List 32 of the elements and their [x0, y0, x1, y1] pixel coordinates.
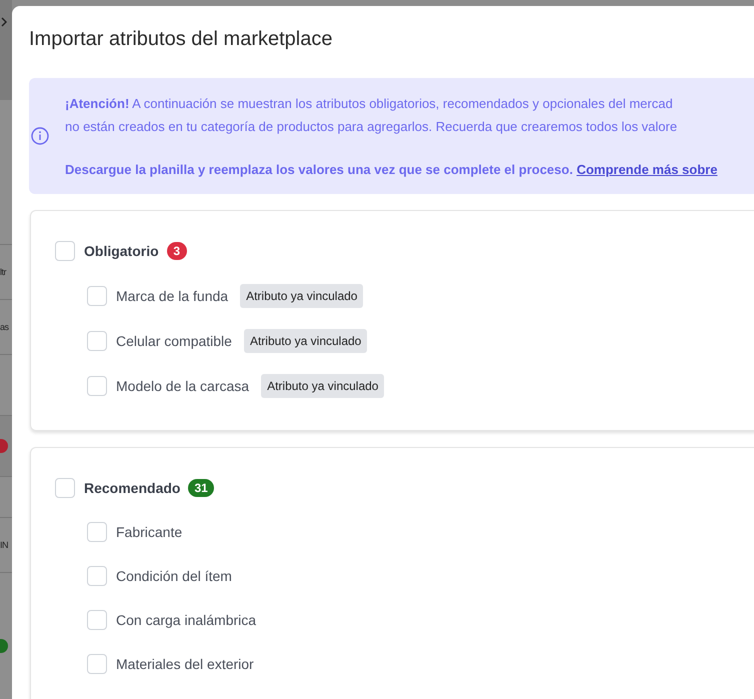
checkbox[interactable]: [87, 286, 107, 306]
checkbox[interactable]: [87, 654, 107, 674]
checkbox[interactable]: [87, 331, 107, 351]
count-badge: 31: [188, 479, 214, 497]
group-label: Recomendado: [84, 480, 180, 496]
attribute-label: Marca de la funda: [116, 288, 228, 304]
info-icon: [31, 127, 49, 145]
attribute-label: Fabricante: [116, 524, 182, 540]
attribute-label: Condición del ítem: [116, 568, 232, 584]
dialog-title: Importar atributos del marketplace: [29, 27, 334, 52]
learn-more-link[interactable]: Comprende más sobre: [576, 160, 718, 180]
count-badge: 3: [166, 242, 187, 260]
attribute-label: Modelo de la carcasa: [116, 378, 250, 394]
checkbox[interactable]: [87, 376, 107, 396]
chevron-icon[interactable]: [1, 17, 7, 27]
group-label: Obligatorio: [84, 243, 159, 259]
alert-note: Descargue la planilla y reemplaza los valores una vez que se complete el proceso.: [65, 161, 574, 179]
background-text: IN: [0, 540, 8, 550]
checkbox[interactable]: [87, 610, 107, 630]
checkbox[interactable]: [55, 478, 75, 498]
status-tag: Atributo ya vinculado: [244, 329, 368, 353]
attribute-label: Con carga inalámbrica: [116, 612, 256, 628]
background-text: as: [0, 322, 9, 332]
status-tag: Atributo ya vinculado: [240, 284, 364, 308]
checkbox[interactable]: [87, 566, 107, 586]
status-tag: Atributo ya vinculado: [261, 374, 384, 398]
checkbox[interactable]: [87, 522, 107, 542]
attribute-label: Celular compatible: [116, 333, 232, 349]
alert-message: ¡Atención! A continuación se muestran los atributos obligatorios, recomendados y opcionales del mercad no están creados en tu categoría de productos para agregarlos. Recuerda que crearemos todos los valore: [65, 95, 678, 136]
checkbox[interactable]: [55, 241, 75, 261]
attribute-label: Materiales del exterior: [116, 656, 254, 672]
background-text: ltr: [0, 267, 6, 277]
